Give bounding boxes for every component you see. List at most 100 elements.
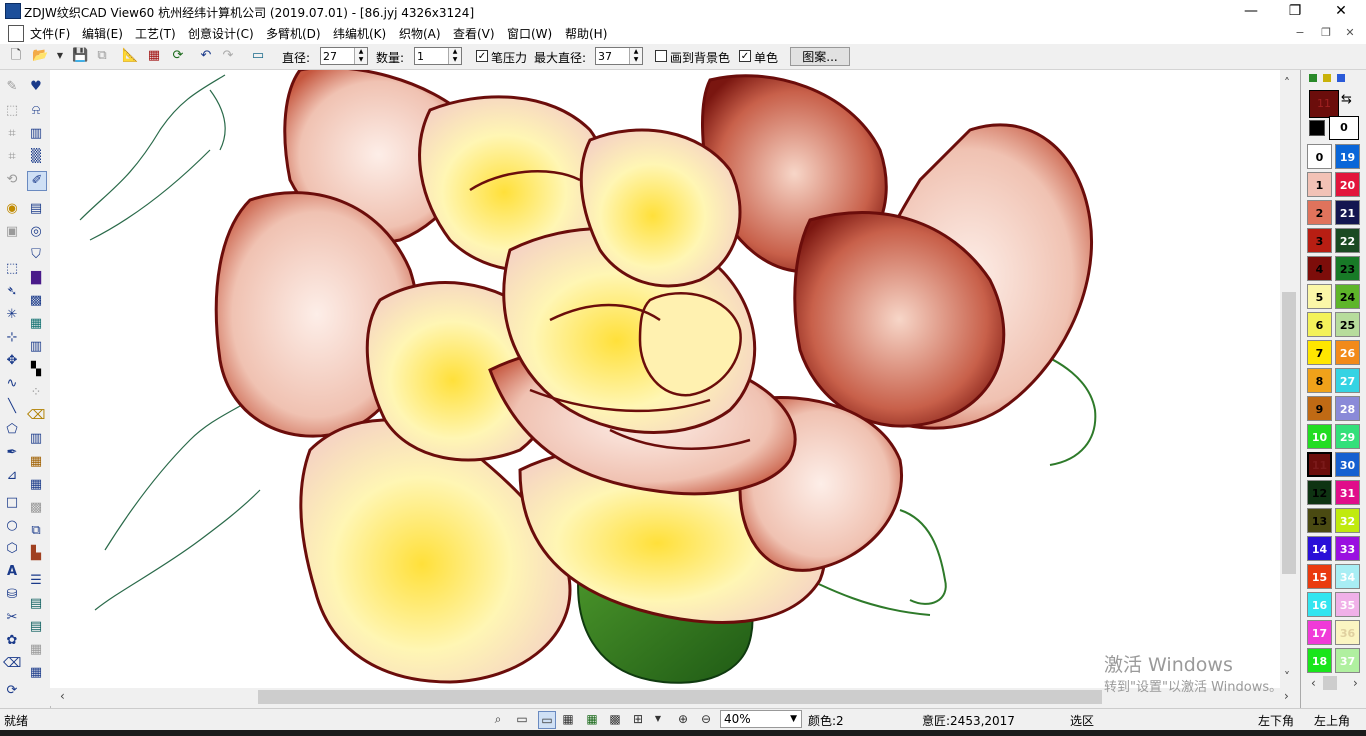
max-diameter-stepper[interactable]: ▲▼ xyxy=(595,47,643,65)
color-swatch-25[interactable]: 25 xyxy=(1335,312,1360,337)
color-swatch-23[interactable]: 23 xyxy=(1335,256,1360,281)
grid-stack-icon[interactable]: ▦ xyxy=(27,664,45,682)
max-diameter-spin-arrows[interactable]: ▲ ▼ xyxy=(629,48,642,64)
restore-button[interactable]: ❐ xyxy=(1272,0,1318,22)
new-file-icon[interactable]: 🗋 xyxy=(8,48,24,64)
shield-icon[interactable]: ⛉ xyxy=(27,246,45,264)
color-swatch-22[interactable]: 22 xyxy=(1335,228,1360,253)
rectangle-icon[interactable]: □ xyxy=(3,494,21,512)
menu-fabric[interactable]: 织物(A) xyxy=(399,25,441,42)
menu-view[interactable]: 查看(V) xyxy=(453,25,495,42)
color-swatch-21[interactable]: 21 xyxy=(1335,200,1360,225)
mesh-icon[interactable]: ▩ xyxy=(27,292,45,310)
palette-mode2-icon[interactable] xyxy=(1323,74,1331,82)
crop2-icon[interactable]: ⌗ xyxy=(3,148,21,166)
count-input[interactable] xyxy=(415,48,451,64)
open-dropdown-icon[interactable]: ▼ xyxy=(52,48,68,64)
ruler-icon[interactable]: 📐 xyxy=(122,48,138,64)
loop-icon[interactable]: ⟳ xyxy=(3,682,21,700)
eraser-yellow-icon[interactable]: ⌫ xyxy=(27,407,45,425)
display-icon[interactable]: ▭ xyxy=(250,48,266,64)
horizontal-scroll-thumb[interactable] xyxy=(258,690,1102,704)
diameter-spin-arrows[interactable]: ▲ ▼ xyxy=(354,48,367,64)
color-swatch-16[interactable]: 16 xyxy=(1307,592,1332,617)
menu-dobby[interactable]: 多臂机(D) xyxy=(266,25,321,42)
flower-icon[interactable]: ✿ xyxy=(3,632,21,650)
vertical-scroll-thumb[interactable] xyxy=(1282,292,1296,574)
chart-icon[interactable]: ▙ xyxy=(27,545,45,563)
ellipse-icon[interactable]: ○ xyxy=(3,517,21,535)
menu-window[interactable]: 窗口(W) xyxy=(507,25,552,42)
swap-arrows-icon[interactable]: ⇆ xyxy=(1341,92,1352,107)
grid-dropdown-icon[interactable]: ▼ xyxy=(650,711,666,727)
color-swatch-8[interactable]: 8 xyxy=(1307,368,1332,393)
drawing-canvas[interactable] xyxy=(50,70,1280,688)
pattern-button[interactable]: 图案... xyxy=(790,47,850,66)
airbrush-icon[interactable]: ✐ xyxy=(27,171,47,191)
color-swatch-14[interactable]: 14 xyxy=(1307,536,1332,561)
menu-process[interactable]: 工艺(T) xyxy=(135,25,176,42)
stripe-color-icon[interactable]: ▦ xyxy=(27,453,45,471)
color-swatch-18[interactable]: 18 xyxy=(1307,648,1332,673)
brush-icon[interactable]: ✎ xyxy=(3,78,21,96)
color-swatch-11[interactable]: 11 xyxy=(1307,452,1332,477)
mdi-minimize-button[interactable]: − xyxy=(1292,25,1308,41)
color-swatch-15[interactable]: 15 xyxy=(1307,564,1332,589)
scissors-icon[interactable]: ✂ xyxy=(3,609,21,627)
single-color-checkbox[interactable]: ✓ xyxy=(739,50,751,62)
menu-creative[interactable]: 创意设计(C) xyxy=(188,25,254,42)
fill-icon[interactable]: ⬚ xyxy=(3,102,21,120)
color-swatch-27[interactable]: 27 xyxy=(1335,368,1360,393)
menu-file[interactable]: 文件(F) xyxy=(30,25,70,42)
palette-icon[interactable]: ◉ xyxy=(3,200,21,218)
palette-scroll-left-icon[interactable]: ‹ xyxy=(1311,676,1316,690)
color-swatch-32[interactable]: 32 xyxy=(1335,508,1360,533)
color-swatch-28[interactable]: 28 xyxy=(1335,396,1360,421)
menu-edit[interactable]: 编辑(E) xyxy=(82,25,123,42)
bucket-icon[interactable]: ⛁ xyxy=(3,586,21,604)
draw-bg-checkbox[interactable] xyxy=(655,50,667,62)
color-swatch-29[interactable]: 29 xyxy=(1335,424,1360,449)
grid-green-icon[interactable]: ▦ xyxy=(584,711,600,727)
color-swatch-0[interactable]: 0 xyxy=(1307,144,1332,169)
rect-select-icon[interactable]: ⬚ xyxy=(3,260,21,278)
curve-icon[interactable]: ∿ xyxy=(3,375,21,393)
hexagon-icon[interactable]: ⬡ xyxy=(3,540,21,558)
spiral-icon[interactable]: ◎ xyxy=(27,223,45,241)
eraser-icon[interactable]: ⌫ xyxy=(3,655,21,673)
count-stepper[interactable]: ▲▼ xyxy=(414,47,462,65)
polygon-icon[interactable]: ⬠ xyxy=(3,421,21,439)
zoom-out-icon[interactable]: ⊖ xyxy=(698,711,714,727)
minimize-button[interactable]: — xyxy=(1228,0,1274,22)
grid-view-icon[interactable]: ▦ xyxy=(560,711,576,727)
color-swatch-30[interactable]: 30 xyxy=(1335,452,1360,477)
menu-weft-knit[interactable]: 纬编机(K) xyxy=(333,25,386,42)
color-swatch-24[interactable]: 24 xyxy=(1335,284,1360,309)
color-swatch-31[interactable]: 31 xyxy=(1335,480,1360,505)
color-swatch-17[interactable]: 17 xyxy=(1307,620,1332,645)
select-move-icon[interactable]: ⊹ xyxy=(3,329,21,347)
text-icon[interactable]: A xyxy=(3,563,21,581)
color-swatch-34[interactable]: 34 xyxy=(1335,564,1360,589)
page-icon[interactable]: ▭ xyxy=(514,711,530,727)
grid-settings-icon[interactable]: ⊞ xyxy=(630,711,646,727)
color-swatch-13[interactable]: 13 xyxy=(1307,508,1332,533)
lines-icon[interactable]: ☰ xyxy=(27,572,45,590)
zoom-select[interactable]: 40% ▼ xyxy=(720,710,802,728)
color-swatch-37[interactable]: 37 xyxy=(1335,648,1360,673)
color-swatch-6[interactable]: 6 xyxy=(1307,312,1332,337)
color-swatch-26[interactable]: 26 xyxy=(1335,340,1360,365)
color-swatch-4[interactable]: 4 xyxy=(1307,256,1332,281)
color-swatch-3[interactable]: 3 xyxy=(1307,228,1332,253)
color-swatch-5[interactable]: 5 xyxy=(1307,284,1332,309)
zoom-in-icon[interactable]: ⊕ xyxy=(675,711,691,727)
scroll-up-icon[interactable]: ˄ xyxy=(1284,76,1290,90)
scroll-down-icon[interactable]: ˅ xyxy=(1284,670,1290,684)
heart-icon[interactable]: ♥ xyxy=(27,78,45,96)
diameter-input[interactable] xyxy=(321,48,357,64)
diameter-stepper[interactable]: ▲▼ xyxy=(320,47,368,65)
color-swatch-12[interactable]: 12 xyxy=(1307,480,1332,505)
comb-icon[interactable]: ▥ xyxy=(27,338,45,356)
grid-tool-icon[interactable]: ▦ xyxy=(146,48,162,64)
layer-icon[interactable]: ▣ xyxy=(3,223,21,241)
